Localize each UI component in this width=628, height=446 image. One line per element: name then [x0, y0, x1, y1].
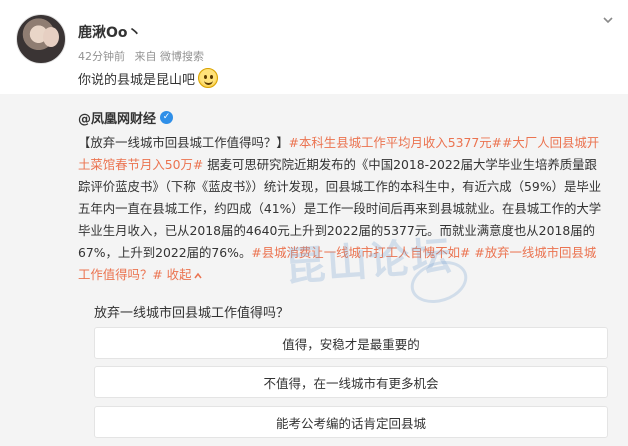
poll-option[interactable]: 能考公考编的话肯定回县城: [94, 406, 608, 438]
repost-source-name[interactable]: @凤凰网财经: [78, 108, 156, 127]
poll-option-label: 值得，安稳才是最重要的: [282, 336, 420, 352]
repost-card: @凤凰网财经 ✓ 【放弃一线城市回县城工作值得吗？】#本科生县城工作平均月收入5…: [0, 94, 628, 446]
post-meta: 42分钟前 来自 微博搜索: [78, 48, 210, 64]
post-time[interactable]: 42分钟前: [78, 50, 125, 63]
verified-badge-icon: ✓: [160, 111, 174, 124]
username[interactable]: 鹿湫Oo丶: [78, 22, 142, 42]
repost-title: 【放弃一线城市回县城工作值得吗？】: [78, 135, 289, 150]
poll-option[interactable]: 不值得，在一线城市有更多机会: [94, 366, 608, 398]
repost-source: @凤凰网财经 ✓: [78, 108, 174, 127]
poll-question: 放弃一线城市回县城工作值得吗？: [94, 306, 290, 321]
smile-emoji-icon: [198, 68, 219, 88]
chevron-up-icon[interactable]: [193, 271, 203, 281]
hashtag-link[interactable]: #本科生县城工作平均月收入5377元#: [289, 135, 502, 150]
post-source: 来自 微博搜索: [134, 50, 205, 63]
avatar[interactable]: [16, 14, 66, 64]
poll-option[interactable]: 值得，安稳才是最重要的: [94, 327, 608, 359]
collapse-link[interactable]: 收起: [163, 267, 192, 282]
poll-option-label: 能考公考编的话肯定回县城: [275, 415, 426, 431]
chevron-down-icon[interactable]: [602, 14, 614, 26]
post-text: 你说的县城是昆山吧: [78, 68, 219, 88]
repost-body: 【放弃一线城市回县城工作值得吗？】#本科生县城工作平均月收入5377元##大厂人…: [78, 132, 608, 286]
post-text-content: 你说的县城是昆山吧: [78, 72, 196, 88]
poll-option-label: 不值得，在一线城市有更多机会: [263, 375, 439, 391]
hashtag-link[interactable]: #县城消费让一线城市打工人自愧不如#: [251, 245, 470, 260]
post-header: 鹿湫Oo丶 42分钟前 来自 微博搜索 你说的县城是昆山吧: [0, 0, 628, 94]
